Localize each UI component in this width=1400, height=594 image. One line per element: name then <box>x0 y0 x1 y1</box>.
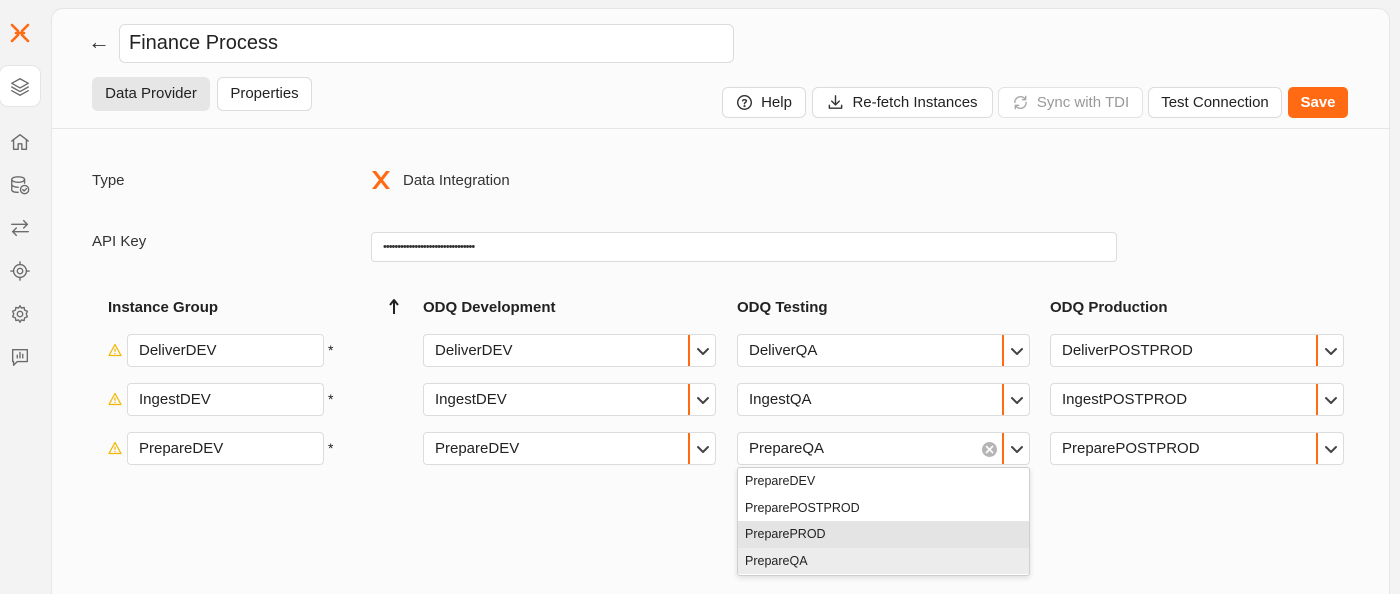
select-value: PrepareQA <box>749 440 825 457</box>
sort-arrow-up-icon[interactable] <box>387 297 401 317</box>
odq-testing-select[interactable]: DeliverQA <box>737 334 1030 367</box>
select-value: PreparePOSTPROD <box>1062 440 1200 457</box>
header-divider <box>52 128 1389 129</box>
instance-group-input[interactable]: IngestDEV <box>127 383 324 416</box>
back-button[interactable]: ← <box>88 31 110 53</box>
chevron-down-icon[interactable] <box>1316 384 1343 415</box>
odq-development-select[interactable]: PrepareDEV <box>423 432 716 465</box>
odq-testing-select-open[interactable]: PrepareQA <box>737 432 1030 465</box>
transfer-icon[interactable] <box>8 216 32 240</box>
sync-icon <box>1013 95 1027 110</box>
testing-options-dropdown: PrepareDEV PreparePOSTPROD PreparePROD P… <box>737 467 1030 576</box>
download-icon <box>829 95 843 109</box>
column-header-odq-testing: ODQ Testing <box>737 299 828 316</box>
sync-button-label: Sync with TDI <box>1036 94 1130 111</box>
required-marker: * <box>328 342 334 358</box>
type-label: Type <box>92 172 125 189</box>
help-circle-icon <box>737 94 753 111</box>
refetch-button-label: Re-fetch Instances <box>852 94 978 111</box>
tab-data-provider[interactable]: Data Provider <box>92 77 210 111</box>
chevron-down-icon[interactable] <box>688 335 715 366</box>
warning-icon <box>108 343 122 357</box>
odq-production-select[interactable]: PreparePOSTPROD <box>1050 432 1344 465</box>
settings-cog-icon[interactable] <box>8 302 32 326</box>
data-integration-logo-icon <box>372 171 390 189</box>
select-value: DeliverPOSTPROD <box>1062 342 1193 359</box>
dropdown-option-hovered[interactable]: PreparePROD <box>738 521 1029 548</box>
tab-properties[interactable]: Properties <box>217 77 312 111</box>
odq-testing-select[interactable]: IngestQA <box>737 383 1030 416</box>
select-value: IngestQA <box>749 391 812 408</box>
chart-message-icon[interactable] <box>8 345 32 369</box>
column-header-odq-production: ODQ Production <box>1050 299 1168 316</box>
chevron-down-icon[interactable] <box>1002 433 1029 464</box>
clear-icon[interactable] <box>981 441 998 458</box>
layers-icon[interactable] <box>8 75 32 99</box>
database-check-icon[interactable] <box>8 173 32 197</box>
select-value: IngestDEV <box>435 391 507 408</box>
process-title-input[interactable]: Finance Process <box>119 24 734 63</box>
required-marker: * <box>328 391 334 407</box>
instance-group-input[interactable]: PrepareDEV <box>127 432 324 465</box>
test-connection-label: Test Connection <box>1161 94 1269 111</box>
app-logo-icon[interactable] <box>7 20 33 46</box>
select-value: IngestPOSTPROD <box>1062 391 1188 408</box>
api-key-input[interactable]: •••••••••••••••••••••••••••••••• <box>371 232 1117 262</box>
home-icon[interactable] <box>8 130 32 154</box>
select-value: PrepareDEV <box>435 440 520 457</box>
required-marker: * <box>328 440 334 456</box>
column-header-instance-group: Instance Group <box>108 299 219 316</box>
odq-development-select[interactable]: IngestDEV <box>423 383 716 416</box>
warning-icon <box>108 392 122 406</box>
help-button-label: Help <box>761 94 792 111</box>
chevron-down-icon[interactable] <box>688 433 715 464</box>
select-value: DeliverQA <box>749 342 818 359</box>
dropdown-option[interactable]: PreparePOSTPROD <box>738 495 1029 522</box>
save-button[interactable]: Save <box>1288 87 1348 118</box>
chevron-down-icon[interactable] <box>1002 384 1029 415</box>
odq-development-select[interactable]: DeliverDEV <box>423 334 716 367</box>
target-gear-icon[interactable] <box>8 259 32 283</box>
api-key-label: API Key <box>92 233 147 250</box>
help-button[interactable]: Help <box>722 87 806 118</box>
test-connection-button[interactable]: Test Connection <box>1148 87 1282 118</box>
type-value: Data Integration <box>403 172 510 189</box>
sync-tdi-button[interactable]: Sync with TDI <box>998 87 1143 118</box>
dropdown-option-selected[interactable]: PrepareQA <box>738 547 1029 574</box>
odq-production-select[interactable]: DeliverPOSTPROD <box>1050 334 1344 367</box>
chevron-down-icon[interactable] <box>1316 433 1343 464</box>
sidebar <box>0 0 40 594</box>
instance-group-input[interactable]: DeliverDEV <box>127 334 324 367</box>
chevron-down-icon[interactable] <box>1316 335 1343 366</box>
chevron-down-icon[interactable] <box>1002 335 1029 366</box>
warning-icon <box>108 441 122 455</box>
select-value: DeliverDEV <box>435 342 513 359</box>
chevron-down-icon[interactable] <box>688 384 715 415</box>
odq-production-select[interactable]: IngestPOSTPROD <box>1050 383 1344 416</box>
refetch-instances-button[interactable]: Re-fetch Instances <box>812 87 993 118</box>
column-header-odq-development: ODQ Development <box>423 299 556 316</box>
dropdown-option[interactable]: PrepareDEV <box>738 468 1029 495</box>
